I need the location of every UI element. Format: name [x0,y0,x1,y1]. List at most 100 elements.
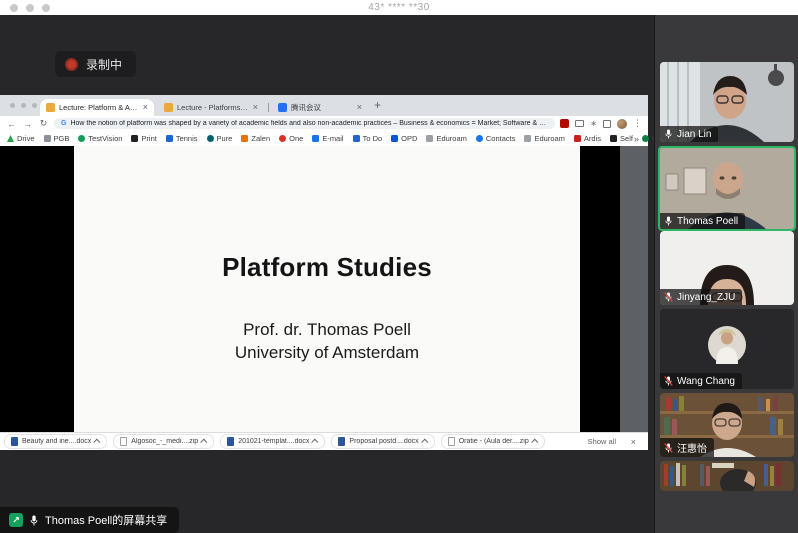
browser-window-controls[interactable] [10,103,37,108]
bookmark-email[interactable]: E-mail [312,134,343,143]
shared-browser-window: Lecture: Platform & App Studie × Lecture… [0,95,648,450]
acrobat-extension-icon[interactable] [560,119,569,128]
chevron-up-icon[interactable] [200,439,207,446]
tab-lecture-platform-app-studies[interactable]: Lecture: Platform & App Studie × [40,99,154,116]
download-item[interactable]: 201021-templat....docx [220,434,325,449]
drive-icon [7,135,14,142]
bookmark-print[interactable]: Print [131,134,156,143]
back-icon[interactable]: ← [6,119,17,129]
zip-file-icon [448,437,455,446]
new-tab-button[interactable]: + [374,98,381,112]
bookmark-tennis[interactable]: Tennis [166,134,198,143]
bookmarks-overflow-icon[interactable]: » [634,134,639,144]
download-item[interactable]: Beauty and ine....docx [4,434,107,449]
browser-minimize-button[interactable] [21,103,26,108]
mic-muted-icon [664,375,673,387]
bookmark-drive[interactable]: Drive [7,134,35,143]
chevron-up-icon[interactable] [531,439,538,446]
participant-tile-jinyang-zju[interactable]: Jinyang_ZJU [660,231,794,305]
tencent-meeting-favicon [278,103,287,112]
bookmark-eduroam-2[interactable]: Eduroam [524,134,564,143]
bookmark-contacts[interactable]: Contacts [476,134,516,143]
tab-close-icon[interactable]: × [143,103,148,112]
document-favicon [46,103,55,112]
screen-share-label: Thomas Poell的屏幕共享 [45,512,167,528]
participant-tile-wang-chang[interactable]: Wang Chang [660,309,794,389]
participant-name: Jinyang_ZJU [677,292,735,303]
bookmark-pgb[interactable]: PGB [44,134,70,143]
bookmark-todo[interactable]: To Do [353,134,383,143]
participant-nametag: Jian Lin [660,126,718,142]
downloads-close-icon[interactable]: × [631,437,636,447]
chevron-up-icon[interactable] [312,439,319,446]
bookmark-pure[interactable]: Pure [207,134,233,143]
extension-icon[interactable]: ∗ [590,120,597,128]
gsh-icon [642,135,649,142]
tennis-icon [166,135,173,142]
toolbar-extensions: ∗ ⋮ [560,119,642,129]
eduroam-icon [426,135,433,142]
bookmark-eduroam[interactable]: Eduroam [426,134,466,143]
participant-name: Thomas Poell [677,216,738,227]
browser-menu-icon[interactable]: ⋮ [633,119,642,128]
slide-subtitle-1: Prof. dr. Thomas Poell [74,318,580,341]
tab-label: Lecture - Platforms as Market [177,103,249,112]
page-scrollbar[interactable] [620,146,648,432]
downloads-show-all[interactable]: Show all [588,437,616,446]
reload-icon[interactable]: ↻ [38,118,49,129]
browser-close-button[interactable] [10,103,15,108]
cast-extension-icon[interactable] [575,120,584,127]
bookmark-ardis[interactable]: Ardis [574,134,601,143]
tab-tencent-meeting[interactable]: 腾讯会议 × [272,99,368,116]
word-file-icon [338,437,345,446]
email-icon [312,135,319,142]
participant-tile-jian-lin[interactable]: Jian Lin [660,62,794,142]
downloads-bar: Beauty and ine....docx Algosoc_-_medi...… [0,432,648,450]
recording-label: 录制中 [86,56,122,73]
participant-nametag: Jinyang_ZJU [660,289,742,305]
one-icon [279,135,286,142]
bookmark-self[interactable]: Self [610,134,633,143]
participant-video [660,461,794,491]
extension-window-icon[interactable] [603,120,611,128]
download-item[interactable]: Algosoc_-_medi....zip [113,434,214,449]
participant-name: Wang Chang [677,376,735,387]
bookmark-one[interactable]: One [279,134,303,143]
address-bar[interactable]: G How the notion of platform was shaped … [54,118,555,129]
profile-avatar[interactable] [617,119,627,129]
bookmark-opd[interactable]: OPD [391,134,417,143]
tab-close-icon[interactable]: × [253,103,258,112]
word-file-icon [11,437,18,446]
screen-share-icon: ↗ [9,513,23,527]
download-item[interactable]: Oratie - (Aula der....zip [441,434,545,449]
tab-close-icon[interactable]: × [357,103,362,112]
presentation-slide: Platform Studies Prof. dr. Thomas Poell … [74,146,580,432]
participant-nametag: Thomas Poell [660,213,745,229]
forward-icon[interactable]: → [22,119,33,129]
chevron-up-icon[interactable] [421,439,428,446]
bookmark-testvision[interactable]: TestVision [78,134,122,143]
self-icon [610,135,617,142]
ardis-icon [574,135,581,142]
address-text: How the notion of platform was shaped by… [70,120,548,127]
window-titlebar: 43* **** **30 [0,0,798,15]
zalen-icon [241,135,248,142]
participant-tile-thomas-poell[interactable]: Thomas Poell [658,146,796,231]
bookmark-zalen[interactable]: Zalen [241,134,270,143]
participant-tile-partial[interactable] [660,461,794,491]
tab-lecture-platforms-as-markets[interactable]: Lecture - Platforms as Market × [158,99,264,116]
browser-toolbar: ← → ↻ G How the notion of platform was s… [0,116,648,131]
tab-label: Lecture: Platform & App Studie [59,103,139,112]
participants-panel: Jian Lin Thomas Poell [654,15,798,533]
browser-zoom-button[interactable] [32,103,37,108]
mic-icon [664,215,673,227]
download-item[interactable]: Proposal postd....docx [331,434,434,449]
screen-share-badge: ↗ Thomas Poell的屏幕共享 [0,507,179,533]
chevron-up-icon[interactable] [94,439,101,446]
print-icon [131,135,138,142]
mic-muted-icon [664,442,673,454]
participant-tile-wang-huiyi[interactable]: 汪惠怡 [660,393,794,457]
recording-badge: 录制中 [55,51,136,77]
window-title: 43* **** **30 [0,0,798,15]
mic-icon [664,128,673,140]
